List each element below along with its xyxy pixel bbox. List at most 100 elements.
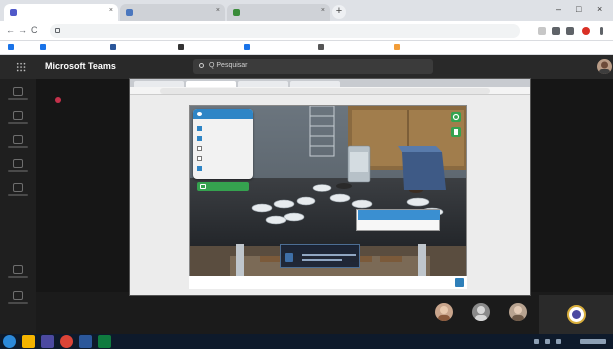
menu-option-3[interactable] <box>197 145 249 152</box>
chrome-icon[interactable] <box>60 335 73 348</box>
star-icon[interactable] <box>538 27 546 35</box>
rail-chat[interactable] <box>8 109 28 129</box>
bookmark-portal-programas[interactable] <box>244 44 252 51</box>
back-button[interactable]: ← <box>6 25 15 35</box>
bookmark-icon <box>244 44 250 50</box>
participant-avatar[interactable] <box>509 303 527 321</box>
url-input[interactable] <box>50 24 520 38</box>
gmail-icon <box>40 44 46 50</box>
eye-icon <box>197 112 202 116</box>
chat-icon <box>13 111 23 120</box>
participant-photo-icon <box>512 306 524 321</box>
teams-header: Microsoft Teams Q Pesquisar <box>0 55 613 79</box>
participant-photo-icon <box>438 306 450 321</box>
context-menu-item-2[interactable] <box>358 221 440 231</box>
context-menu <box>356 209 440 231</box>
windows-taskbar <box>0 334 613 349</box>
app-title: Microsoft Teams <box>45 61 116 71</box>
new-tab-button[interactable]: + <box>332 5 346 19</box>
menu-option-2[interactable] <box>197 135 249 142</box>
bookmark-apps[interactable] <box>8 44 16 51</box>
close-window-button[interactable]: × <box>597 4 602 14</box>
shared-address-bar <box>130 87 530 95</box>
maximize-button[interactable]: □ <box>576 4 581 14</box>
bookmark-portal[interactable] <box>110 44 118 51</box>
objects-icon <box>200 184 206 189</box>
reload-button[interactable]: C <box>31 25 38 35</box>
participant-photo-icon <box>475 306 487 321</box>
close-tab-icon[interactable]: × <box>109 7 113 14</box>
settings-button[interactable] <box>451 112 461 122</box>
word-icon[interactable] <box>79 335 92 348</box>
gear-icon <box>452 113 460 121</box>
start-icon[interactable] <box>3 335 16 348</box>
search-icon <box>199 63 204 68</box>
bookmark-portal-2[interactable] <box>178 44 186 51</box>
menu-kebab-icon[interactable] <box>600 27 603 35</box>
avatar-photo-icon <box>599 61 610 74</box>
minimize-button[interactable]: – <box>556 4 561 14</box>
self-initials-icon <box>572 310 581 319</box>
rail-calendar[interactable] <box>8 157 28 177</box>
address-bar: ← → C <box>0 21 613 41</box>
participant-avatar[interactable] <box>435 303 453 321</box>
rail-teams[interactable] <box>8 133 28 153</box>
rail-calls[interactable] <box>8 181 28 201</box>
browser-tab-bar: × × × + – □ × <box>0 0 613 21</box>
browser-tab-teams[interactable]: × <box>4 4 118 21</box>
profile-icon[interactable] <box>582 27 590 35</box>
bookmark-icon <box>318 44 324 50</box>
participant-avatar[interactable] <box>472 303 490 321</box>
checkbox-icon <box>197 156 202 161</box>
file-explorer-icon[interactable] <box>22 335 35 348</box>
bookmark-gmail[interactable] <box>40 44 48 51</box>
close-tab-icon[interactable]: × <box>216 7 220 14</box>
visualization-menu <box>193 109 253 179</box>
lock-icon <box>55 28 60 33</box>
bell-icon <box>13 87 23 96</box>
menu-option-4[interactable] <box>197 155 249 162</box>
network-icon[interactable] <box>545 339 550 344</box>
visualization-menu-header[interactable] <box>193 109 253 119</box>
menu-option-5[interactable] <box>197 165 249 172</box>
apps-icon <box>8 44 14 50</box>
browser-tab-portal[interactable]: × <box>120 4 225 21</box>
checkbox-icon <box>197 126 202 131</box>
close-tab-icon[interactable]: × <box>321 7 325 14</box>
info-icon <box>285 253 293 262</box>
rail-apps[interactable] <box>8 263 28 283</box>
apps-icon <box>13 265 23 274</box>
puzzle-icon[interactable] <box>566 27 574 35</box>
phone-icon <box>13 183 23 192</box>
teams-favicon-icon <box>10 9 17 16</box>
portal-icon <box>110 44 116 50</box>
taskbar-app-icon[interactable] <box>41 335 54 348</box>
bookmark-prof[interactable] <box>394 44 402 51</box>
rail-help[interactable] <box>8 289 28 309</box>
viewer-footer <box>189 276 467 289</box>
browser-tab-material[interactable]: × <box>227 4 330 21</box>
bookmark-library[interactable] <box>318 44 326 51</box>
context-menu-item-1[interactable] <box>358 210 440 220</box>
app-launcher-icon[interactable] <box>16 62 26 72</box>
portal-favicon-icon <box>126 9 133 16</box>
rail-activity[interactable] <box>8 85 28 105</box>
footer-action-button[interactable] <box>455 278 464 287</box>
volume-icon[interactable] <box>556 339 561 344</box>
help-button[interactable] <box>451 127 461 137</box>
menu-option-1[interactable] <box>197 125 249 132</box>
bookmarks-bar <box>0 41 613 55</box>
tray-icon[interactable] <box>534 339 539 344</box>
teams-icon <box>13 135 23 144</box>
extension-icon[interactable] <box>552 27 560 35</box>
shared-browser-tabs <box>130 79 530 87</box>
clock[interactable] <box>580 339 606 344</box>
help-icon <box>13 291 23 300</box>
info-text-line <box>302 254 356 256</box>
info-text-line <box>302 259 342 261</box>
search-input[interactable]: Q Pesquisar <box>193 59 433 74</box>
excel-icon[interactable] <box>98 335 111 348</box>
forward-button[interactable]: → <box>18 25 27 35</box>
user-avatar[interactable] <box>597 59 612 74</box>
calendar-icon <box>13 159 23 168</box>
